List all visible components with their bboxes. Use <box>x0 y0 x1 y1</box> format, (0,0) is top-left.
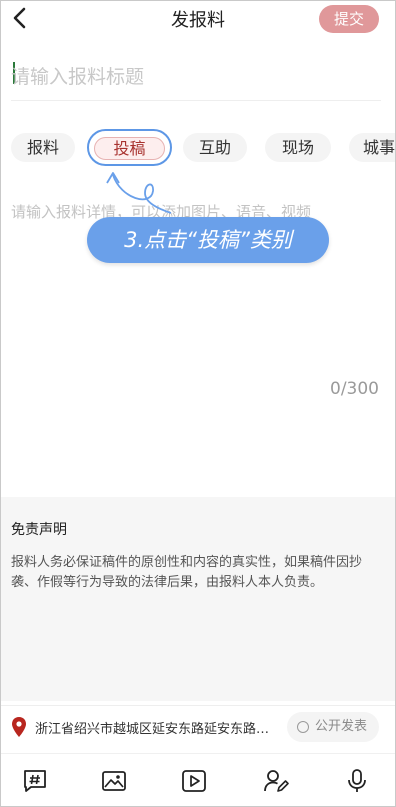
user-edit-icon[interactable] <box>263 768 289 794</box>
bottom-toolbar <box>1 753 395 806</box>
tab-xianchang[interactable]: 现场 <box>265 133 331 162</box>
disclaimer-panel: 免责声明 报料人务必保证稿件的原创性和内容的真实性，如果稿件因抄袭、作假等行为导… <box>1 497 395 701</box>
tab-huzhu[interactable]: 互助 <box>183 133 247 162</box>
header: 发报料 提交 <box>1 1 395 37</box>
location-text[interactable]: 浙江省绍兴市越城区延安东路延安东路… <box>35 718 281 737</box>
image-icon[interactable] <box>101 768 127 794</box>
char-counter: 0/300 <box>330 379 379 399</box>
public-publish-toggle[interactable]: 公开发表 <box>287 712 379 742</box>
tab-chengshi[interactable]: 城事 <box>349 133 395 162</box>
disclaimer-title: 免责声明 <box>11 522 67 538</box>
tab-baoliao[interactable]: 报料 <box>11 133 75 162</box>
location-pin-icon <box>12 717 26 737</box>
title-input[interactable]: 请输入报料标题 <box>11 53 381 101</box>
category-tabs: 报料 投稿 互助 现场 城事 <box>11 129 395 167</box>
microphone-icon[interactable] <box>344 768 370 794</box>
pointer-curve <box>106 172 172 214</box>
tutorial-tooltip: 3.点击“投稿”类别 <box>87 217 329 263</box>
video-icon[interactable] <box>181 768 207 794</box>
screen: 发报料 提交 请输入报料标题 报料 投稿 互助 现场 城事 请输入报料详情，可以… <box>0 0 396 807</box>
submit-button[interactable]: 提交 <box>319 5 379 33</box>
disclaimer-body: 报料人务必保证稿件的原创性和内容的真实性，如果稿件因抄袭、作假等行为导致的法律后… <box>11 555 363 590</box>
topic-icon[interactable] <box>22 768 48 794</box>
tab-tougao[interactable]: 投稿 <box>94 137 165 160</box>
location-bar: 浙江省绍兴市越城区延安东路延安东路… 公开发表 <box>1 705 395 747</box>
publish-label: 公开发表 <box>315 719 368 734</box>
title-placeholder: 请输入报料标题 <box>11 66 145 88</box>
radio-circle-icon <box>297 721 309 733</box>
